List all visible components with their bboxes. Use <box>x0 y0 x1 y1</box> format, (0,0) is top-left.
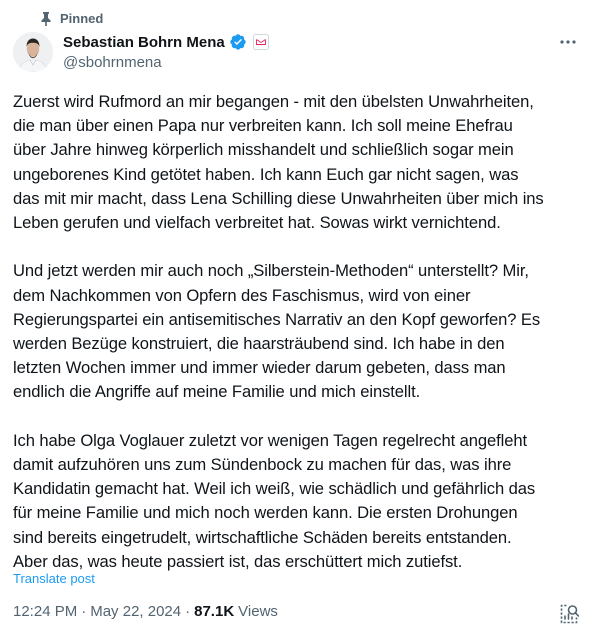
post-line: werden Bezüge konstruiert, die haarsträu… <box>13 334 505 354</box>
author-display-name[interactable]: Sebastian Bohrn Mena <box>63 34 225 51</box>
post-line: Aber das, was heute passiert ist, das er… <box>13 551 463 571</box>
post-line: das mit mir macht, dass Lena Schilling d… <box>13 188 544 208</box>
translate-post-link[interactable]: Translate post <box>13 571 95 586</box>
pinned-post[interactable]: Pinned Sebastian Bohrn Mena @sbohrnmena <box>0 0 595 636</box>
author-handle[interactable]: @sbohrnmena <box>63 54 269 71</box>
post-paragraph: Zuerst wird Rufmord an mir begangen - mi… <box>13 90 583 235</box>
post-line: ungeborenes Kind getötet haben. Ich kann… <box>13 164 519 184</box>
pinned-indicator: Pinned <box>40 11 103 26</box>
post-line: Und jetzt werden mir auch noch „Silberst… <box>13 261 529 281</box>
post-line: Kandidatin gemacht hat. Weil ich weiß, w… <box>13 479 536 499</box>
pin-icon <box>41 11 51 26</box>
views-count: 87.1K <box>194 603 235 620</box>
post-line: Regierungspartei ein antisemitisches Nar… <box>13 309 541 329</box>
post-line: sind bereits eingetrudelt, wirtschaftlic… <box>13 527 512 547</box>
meta-separator: · <box>81 603 87 620</box>
post-line: Zuerst wird Rufmord an mir begangen - mi… <box>13 92 534 111</box>
post-line: für meine Familie und mich noch werden k… <box>13 503 518 523</box>
avatar-image <box>13 32 53 72</box>
post-paragraph: Und jetzt werden mir auch noch „Silberst… <box>13 259 583 404</box>
meta-separator: · <box>185 603 191 620</box>
verified-badge-icon[interactable] <box>229 33 247 51</box>
post-line: letzten Wochen immer und immer wieder da… <box>13 358 506 378</box>
post-line: Leben gerufen und vielfach verbreitet ha… <box>13 213 501 233</box>
affiliation-badge-icon[interactable] <box>252 34 269 50</box>
pinned-label: Pinned <box>60 11 104 26</box>
post-time[interactable]: 12:24 PM <box>13 603 77 620</box>
post-line: Ich habe Olga Voglauer zuletzt vor wenig… <box>13 430 528 450</box>
post-meta: 12:24 PM · May 22, 2024 · 87.1K Views <box>13 603 278 620</box>
views-label: Views <box>238 603 278 620</box>
post-line: dem Nachkommen von Opfern des Faschismus… <box>13 285 471 305</box>
post-line: über Jahre hinweg körperlich misshandelt… <box>13 140 514 160</box>
more-options-icon <box>560 40 576 44</box>
post-line: damit aufzuhören uns zum Sündenbock zu m… <box>13 455 512 475</box>
post-line: endlich die Angriffe auf meine Familie u… <box>13 382 421 402</box>
post-date[interactable]: May 22, 2024 <box>90 603 181 620</box>
more-options-button[interactable] <box>556 30 580 54</box>
analytics-icon[interactable] <box>558 603 580 625</box>
post-text: Zuerst wird Rufmord an mir begangen - mi… <box>13 90 583 574</box>
post-paragraph: Ich habe Olga Voglauer zuletzt vor wenig… <box>13 429 583 574</box>
post-line: die man über einen Papa nur verbreiten k… <box>13 116 513 136</box>
avatar[interactable] <box>13 32 53 72</box>
author-info: Sebastian Bohrn Mena @sbohrnmena <box>63 32 269 71</box>
